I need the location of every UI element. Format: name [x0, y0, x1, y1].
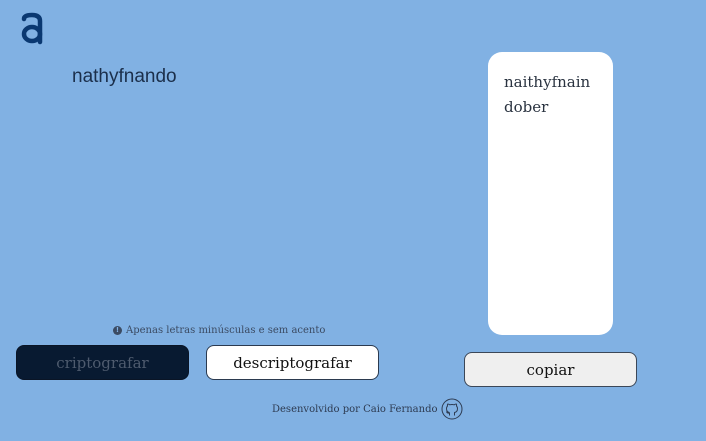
decrypt-button[interactable]: descriptografar [206, 345, 379, 380]
copy-button-label: copiar [526, 360, 575, 379]
logo [18, 12, 48, 46]
info-icon: ! [113, 326, 122, 335]
output-text: naithyfnaindober [504, 73, 591, 116]
output-panel: naithyfnaindober [488, 52, 613, 335]
encrypt-button-label: criptografar [56, 353, 149, 372]
github-icon[interactable] [441, 398, 463, 420]
encrypt-button[interactable]: criptografar [16, 345, 189, 380]
hint-text: Apenas letras minúsculas e sem acento [126, 325, 326, 336]
footer-text: Desenvolvido por Caio Fernando [272, 403, 438, 415]
message-input[interactable]: nathyfnando [72, 65, 452, 315]
decrypt-button-label: descriptografar [233, 353, 352, 372]
footer: Desenvolvido por Caio Fernando [272, 398, 463, 420]
copy-button[interactable]: copiar [464, 352, 637, 387]
hint: ! Apenas letras minúsculas e sem acento [113, 325, 325, 336]
alura-logo-icon [21, 12, 43, 45]
